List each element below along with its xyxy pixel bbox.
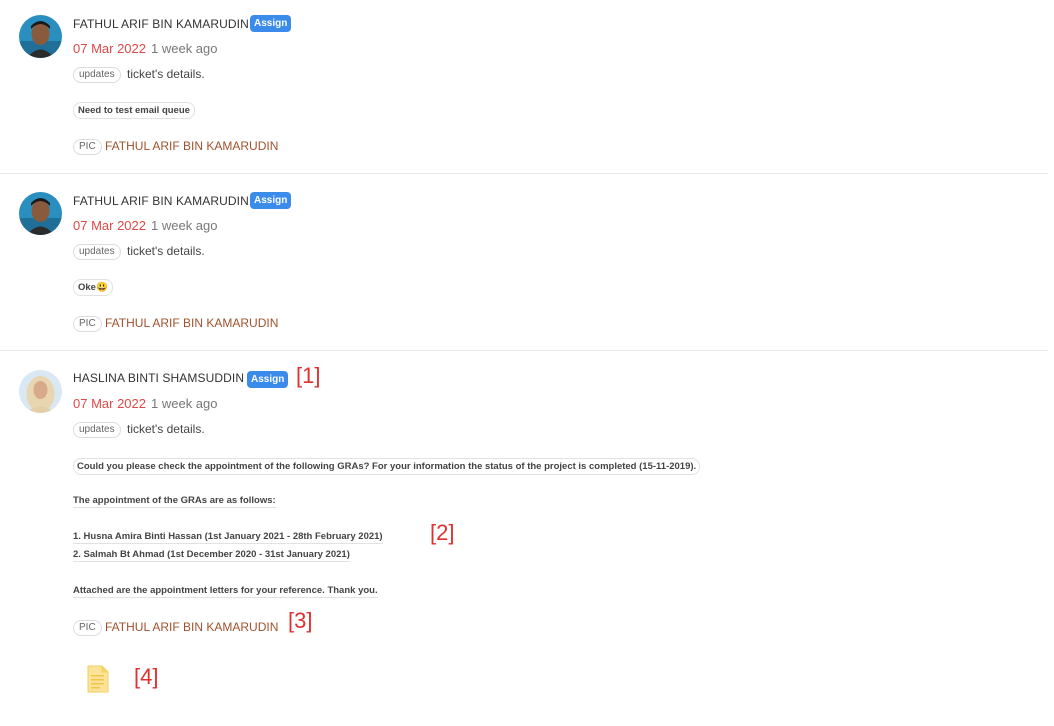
pic-name[interactable]: FATHUL ARIF BIN KAMARUDIN (105, 620, 278, 634)
pic-label: PIC (73, 620, 102, 636)
action-text: ticket's details. (127, 67, 205, 81)
action-text: ticket's details. (127, 244, 205, 258)
pic-label: PIC (73, 139, 102, 155)
avatar[interactable] (19, 15, 62, 58)
annotation-marker: [4] (134, 664, 159, 689)
avatar[interactable] (19, 370, 62, 413)
annotation-marker: [1] (296, 363, 321, 388)
activity-date: 07 Mar 2022 (73, 218, 146, 233)
document-icon[interactable] (86, 665, 110, 693)
message-line: 2. Salmah Bt Ahmad (1st December 2020 - … (73, 549, 350, 562)
action-tag: updates (73, 244, 121, 260)
action-tag: updates (73, 67, 121, 83)
assign-badge: Assign (250, 15, 292, 32)
author-name[interactable]: FATHUL ARIF BIN KAMARUDIN (73, 194, 249, 208)
activity-date: 07 Mar 2022 (73, 396, 146, 411)
author-name[interactable]: HASLINA BINTI SHAMSUDDIN (73, 371, 244, 385)
annotation-marker: [2] (430, 520, 455, 545)
message-line: Could you please check the appointment o… (73, 458, 701, 475)
activity-date: 07 Mar 2022 (73, 41, 146, 56)
relative-time: 1 week ago (151, 41, 218, 56)
relative-time: 1 week ago (151, 396, 218, 411)
action-tag: updates (73, 422, 121, 438)
entry-divider (0, 350, 1048, 351)
annotation-marker: [3] (288, 608, 313, 633)
avatar[interactable] (19, 192, 62, 235)
message-line: Need to test email queue (73, 102, 195, 119)
relative-time: 1 week ago (151, 218, 218, 233)
pic-label: PIC (73, 316, 102, 332)
message-line: The appointment of the GRAs are as follo… (73, 495, 276, 508)
pic-name[interactable]: FATHUL ARIF BIN KAMARUDIN (105, 139, 278, 153)
message-line: 1. Husna Amira Binti Hassan (1st January… (73, 531, 383, 544)
entry-divider (0, 173, 1048, 174)
assign-badge: Assign (247, 371, 289, 388)
pic-name[interactable]: FATHUL ARIF BIN KAMARUDIN (105, 316, 278, 330)
author-name[interactable]: FATHUL ARIF BIN KAMARUDIN (73, 17, 249, 31)
assign-badge: Assign (250, 192, 292, 209)
message-line: Oke😃 (73, 279, 113, 296)
message-line: Attached are the appointment letters for… (73, 585, 378, 598)
action-text: ticket's details. (127, 422, 205, 436)
